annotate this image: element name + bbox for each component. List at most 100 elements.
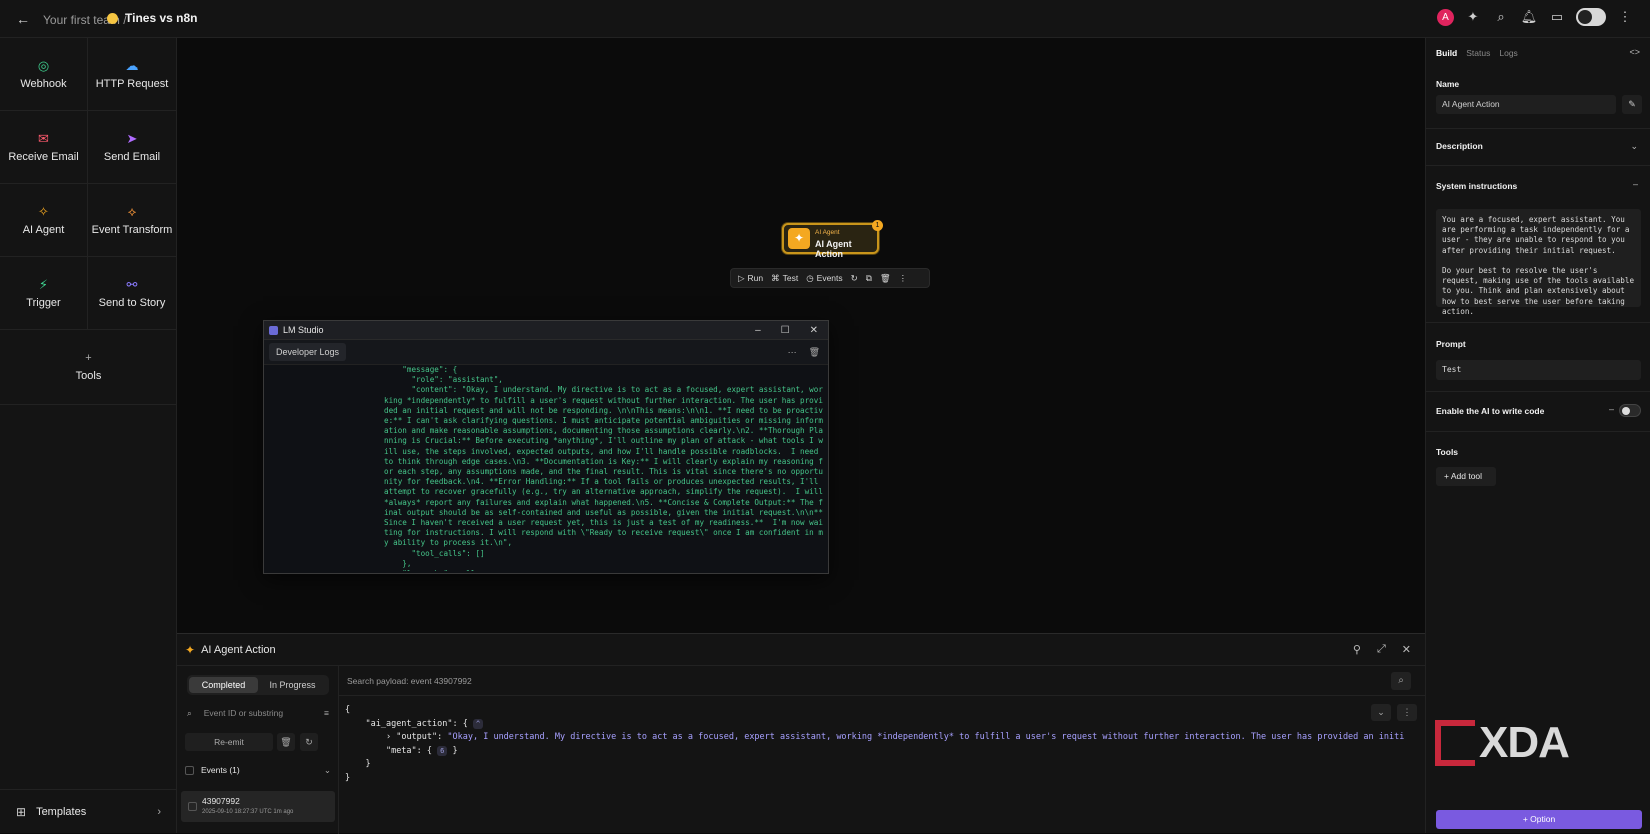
story-canvas[interactable]: ✦ AI Agent AI Agent Action 1 ▷ Run ⌘ Test … [177, 38, 1425, 633]
add-tool-button[interactable]: + Add tool [1436, 467, 1496, 486]
event-search-input[interactable]: ⌕ Event ID or substring ≡ [187, 704, 329, 722]
theme-toggle[interactable] [1576, 8, 1606, 26]
bell-icon[interactable]: 🔔︎ [1520, 8, 1538, 26]
name-label: Name [1436, 79, 1460, 89]
more-vertical-icon[interactable]: ⋮ [899, 273, 908, 284]
payload-search-input[interactable]: Search payload: event 43907992 ⌕ [339, 666, 1425, 696]
close-icon[interactable]: ✕ [1402, 643, 1411, 656]
tile-receive-email[interactable]: ✉ Receive Email [0, 111, 88, 184]
tab-in-progress[interactable]: In Progress [258, 677, 327, 693]
close-icon[interactable]: ✕ [810, 325, 818, 336]
run-button[interactable]: ▷ Run [738, 273, 763, 284]
lm-studio-window[interactable]: LM Studio – ☐ ✕ Developer Logs ⋯ 🗑︎ "mes… [263, 320, 829, 574]
tile-trigger[interactable]: ⚡︎ Trigger [0, 257, 88, 330]
back-arrow-icon[interactable]: ← [16, 11, 30, 27]
payload-viewer: Search payload: event 43907992 ⌕ ⌄ ⋮ { "… [339, 666, 1425, 834]
json-brace: { [345, 705, 351, 715]
tab-completed[interactable]: Completed [189, 677, 258, 693]
write-code-toggle[interactable] [1619, 404, 1641, 417]
description-label[interactable]: Description [1436, 141, 1483, 151]
payload-search-placeholder: Search payload: event 43907992 [347, 675, 472, 686]
clock-icon: ◷ [806, 272, 814, 283]
search-icon: ⌕ [187, 707, 192, 718]
duplicate-icon[interactable]: ⧉ [866, 273, 872, 284]
test-label: Test [782, 273, 799, 283]
events-group-header[interactable]: Events (1) ⌄ [185, 762, 331, 778]
maximize-icon[interactable]: ☐ [781, 325, 790, 336]
tile-ai-agent[interactable]: ✧ AI Agent [0, 184, 88, 257]
xda-logo-bracket [1435, 720, 1475, 766]
refresh-icon[interactable]: ↻ [300, 733, 318, 751]
minus-icon[interactable]: – [1633, 179, 1638, 189]
xda-logo-text: XDA [1479, 718, 1570, 767]
collapse-toggle[interactable]: ^ [472, 718, 484, 729]
event-checkbox[interactable] [188, 802, 197, 811]
tile-webhook[interactable]: ◎ Webhook [0, 38, 88, 111]
events-panel: ✦ AI Agent Action ⚲ ⤢ ✕ Completed In Pro… [177, 633, 1425, 834]
story-title[interactable]: Tines vs n8n [107, 11, 197, 25]
trash-icon[interactable]: 🗑︎ [277, 733, 295, 751]
refresh-icon[interactable]: ↻ [851, 273, 858, 284]
chevron-down-icon[interactable]: ⌄ [324, 765, 331, 776]
top-bar: ← Your first team / Tines vs n8n A ✦ ⌕ 🔔… [0, 0, 1650, 38]
trash-icon[interactable]: 🗑︎ [880, 273, 891, 284]
tile-event-transform[interactable]: ⟡ Event Transform [88, 184, 176, 257]
code-view-icon[interactable]: <> [1629, 47, 1640, 57]
grid-icon: ⊞ [16, 804, 27, 819]
sparkle-icon: ✦ [788, 228, 810, 249]
tab-logs[interactable]: Logs [1499, 48, 1517, 58]
system-instructions-field[interactable]: You are a focused, expert assistant. You… [1436, 209, 1641, 316]
more-horizontal-icon[interactable]: ⋯ [788, 347, 797, 358]
avatar[interactable]: A [1437, 8, 1454, 26]
name-field[interactable]: AI Agent Action [1436, 95, 1616, 114]
tile-send-to-story[interactable]: ⚯ Send to Story [88, 257, 176, 330]
trash-icon[interactable]: 🗑︎ [809, 347, 820, 358]
templates-link[interactable]: ⊞ Templates › [0, 789, 177, 833]
play-icon: ▷ [738, 272, 745, 283]
tile-label: AI Agent [22, 224, 65, 236]
events-button[interactable]: ◷ Events [806, 273, 842, 284]
event-id: 43907992 [202, 796, 240, 806]
json-string-value[interactable]: "Okay, I understand. My directive is to … [447, 732, 1405, 742]
tab-build[interactable]: Build [1436, 48, 1457, 58]
agent-node[interactable]: ✦ AI Agent AI Agent Action 1 [782, 220, 883, 259]
test-button[interactable]: ⌘ Test [771, 273, 798, 284]
webhook-icon: ◎ [37, 58, 50, 73]
sparkle-icon[interactable]: ✦ [1464, 8, 1482, 26]
run-label: Run [747, 273, 764, 283]
search-icon[interactable]: ⌕ [1492, 8, 1510, 26]
list-item[interactable]: 43907992 2025-09-10 18:27:37 UTC 1m ago [181, 791, 335, 822]
node-type: AI Agent [815, 229, 840, 236]
lm-studio-titlebar[interactable]: LM Studio – ☐ ✕ [264, 321, 828, 340]
panel-actions: ⚲ ⤢ ✕ [1353, 643, 1417, 656]
minus-icon[interactable]: – [1609, 404, 1614, 414]
minimize-icon[interactable]: – [755, 325, 761, 336]
option-button[interactable]: + Option [1436, 810, 1642, 829]
filter-icon[interactable]: ≡ [324, 708, 329, 718]
select-all-checkbox[interactable] [185, 765, 194, 775]
tile-send-email[interactable]: ➤ Send Email [88, 111, 176, 184]
tab-status[interactable]: Status [1466, 48, 1490, 58]
tile-label: Tools [75, 370, 102, 382]
event-search-placeholder: Event ID or substring [203, 708, 284, 718]
top-bar-actions: A ✦ ⌕ 🔔︎ ▭ ⋮ [1437, 8, 1650, 26]
more-vertical-icon[interactable]: ⋮ [1616, 8, 1634, 26]
tile-tools[interactable]: + Tools [0, 330, 177, 405]
expand-arrow-icon[interactable]: › [386, 732, 391, 742]
search-icon[interactable]: ⌕ [1391, 671, 1411, 690]
add-tool-label: Add tool [1450, 471, 1483, 481]
tile-label: Trigger [26, 297, 61, 309]
pin-icon[interactable]: ⚲ [1353, 643, 1361, 656]
chevron-down-icon[interactable]: ⌄ [1630, 141, 1638, 152]
tile-http-request[interactable]: ☁ HTTP Request [88, 38, 176, 111]
status-segmented-control: Completed In Progress [187, 675, 329, 695]
re-emit-button[interactable]: Re-emit [185, 733, 273, 751]
tab-developer-logs[interactable]: Developer Logs [269, 343, 347, 361]
lm-tabs: Developer Logs ⋯ 🗑︎ [264, 340, 828, 365]
expand-icon[interactable]: ⤢ [1377, 643, 1386, 656]
collapsed-count[interactable]: 6 [437, 745, 448, 756]
magic-wand-icon[interactable]: ✎ [1622, 95, 1642, 114]
inbox-icon[interactable]: ▭ [1548, 8, 1566, 26]
action-palette: ◎ Webhook ☁ HTTP Request ✉ Receive Email… [0, 38, 177, 833]
prompt-field[interactable]: Test [1436, 360, 1641, 380]
